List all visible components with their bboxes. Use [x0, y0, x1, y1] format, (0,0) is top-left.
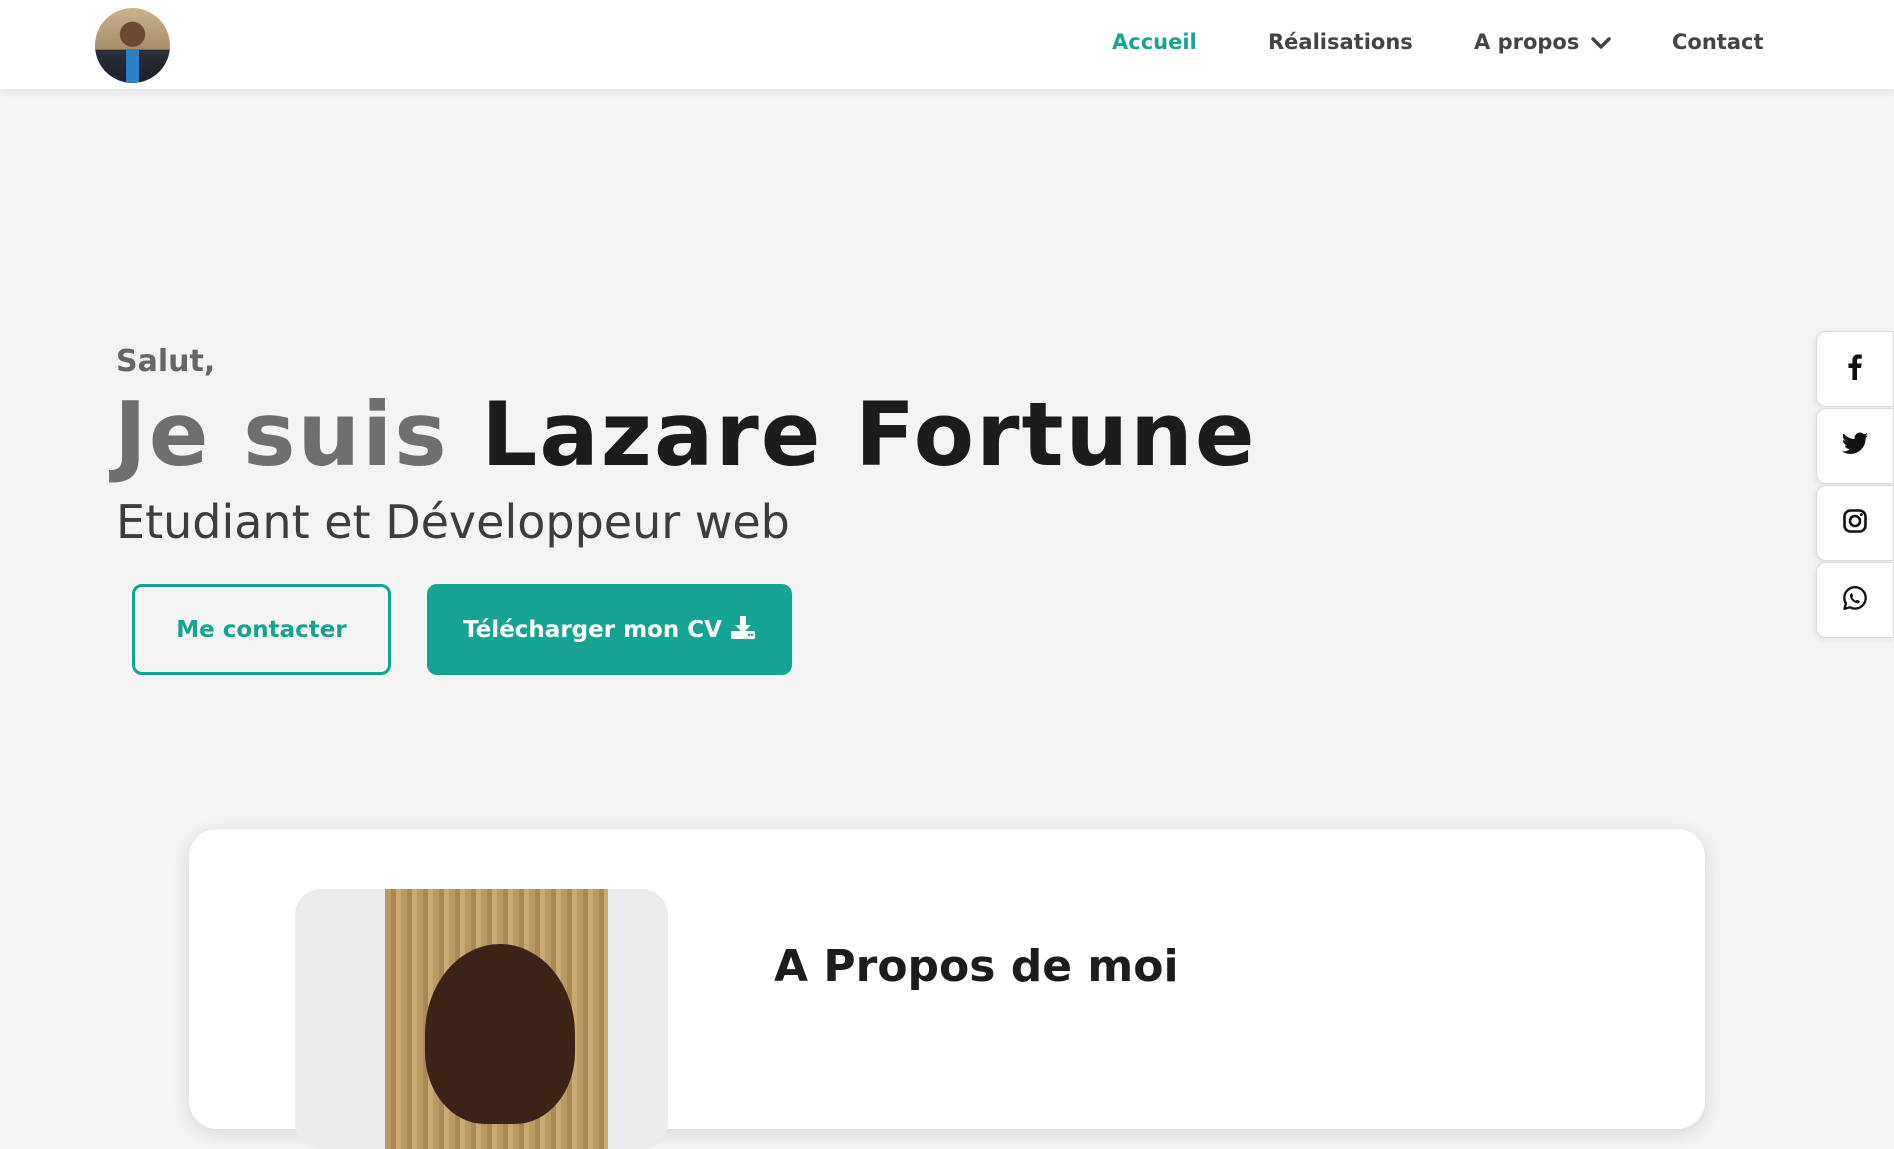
chevron-down-icon — [1590, 31, 1611, 55]
hero-headline: Je suis Lazare Fortune — [114, 380, 1257, 490]
about-photo — [385, 889, 608, 1149]
download-icon — [730, 614, 756, 646]
hero-role: Etudiant et Développeur web — [116, 495, 790, 549]
hero-greeting: Salut, — [116, 344, 216, 379]
whatsapp-icon — [1842, 585, 1868, 615]
twitter-button[interactable] — [1816, 408, 1894, 484]
facebook-icon — [1842, 353, 1868, 385]
nav-item-a-propos[interactable]: A propos — [1474, 30, 1611, 55]
hero-name: Lazare Fortune — [481, 383, 1257, 486]
download-cv-button-label: Télécharger mon CV — [463, 616, 722, 643]
main-nav: Accueil Réalisations A propos Contact — [0, 0, 1894, 89]
about-photo-portrait — [425, 944, 575, 1124]
nav-item-contact[interactable]: Contact — [1672, 30, 1764, 54]
nav-item-accueil[interactable]: Accueil — [1112, 30, 1197, 54]
download-cv-button[interactable]: Télécharger mon CV — [427, 584, 792, 675]
twitter-icon — [1841, 432, 1869, 460]
nav-item-realisations[interactable]: Réalisations — [1268, 30, 1413, 54]
social-sidebar — [1816, 331, 1894, 639]
instagram-icon — [1842, 508, 1868, 538]
site-header: Accueil Réalisations A propos Contact — [0, 0, 1894, 89]
facebook-button[interactable] — [1816, 331, 1894, 407]
contact-button[interactable]: Me contacter — [132, 584, 391, 675]
about-card: A Propos de moi — [189, 829, 1705, 1149]
about-title: A Propos de moi — [774, 941, 1179, 992]
instagram-button[interactable] — [1816, 485, 1894, 561]
nav-item-a-propos-label: A propos — [1474, 30, 1580, 54]
about-photo-frame — [295, 889, 668, 1149]
contact-button-label: Me contacter — [176, 616, 347, 643]
hero-headline-prefix: Je suis — [114, 383, 449, 486]
whatsapp-button[interactable] — [1816, 562, 1894, 638]
